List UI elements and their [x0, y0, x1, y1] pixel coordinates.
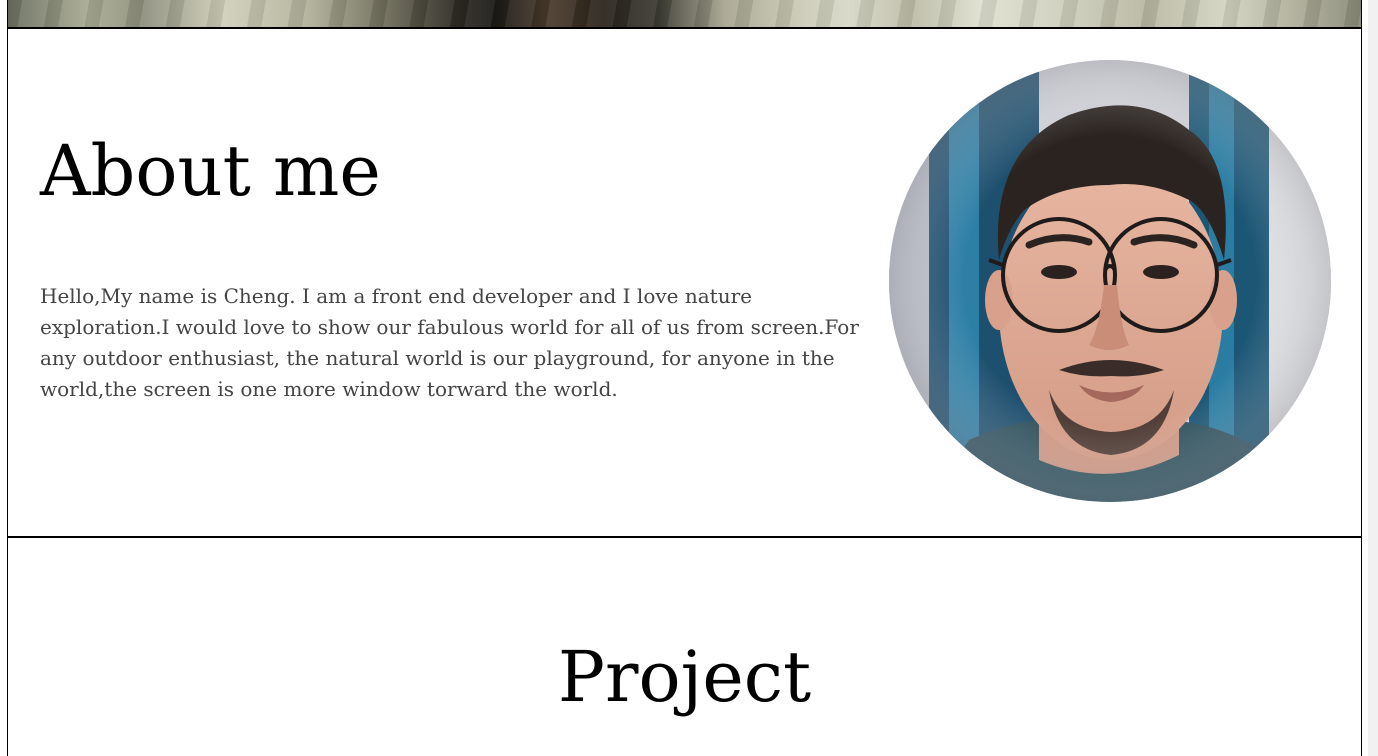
about-section: About me Hello,My name is Cheng. I am a … — [8, 29, 1361, 538]
hero-image-texture — [8, 0, 1361, 27]
project-section: Project — [8, 538, 1361, 756]
profile-photo — [889, 60, 1331, 502]
project-title: Project — [557, 636, 812, 718]
page: About me Hello,My name is Cheng. I am a … — [0, 0, 1378, 756]
page-scrollbar[interactable] — [1368, 0, 1378, 756]
profile-photo-illustration — [889, 60, 1331, 502]
about-title: About me — [40, 130, 381, 212]
about-description: Hello,My name is Cheng. I am a front end… — [40, 284, 859, 401]
hero-image-strip — [8, 0, 1361, 29]
page-frame: About me Hello,My name is Cheng. I am a … — [7, 0, 1362, 756]
